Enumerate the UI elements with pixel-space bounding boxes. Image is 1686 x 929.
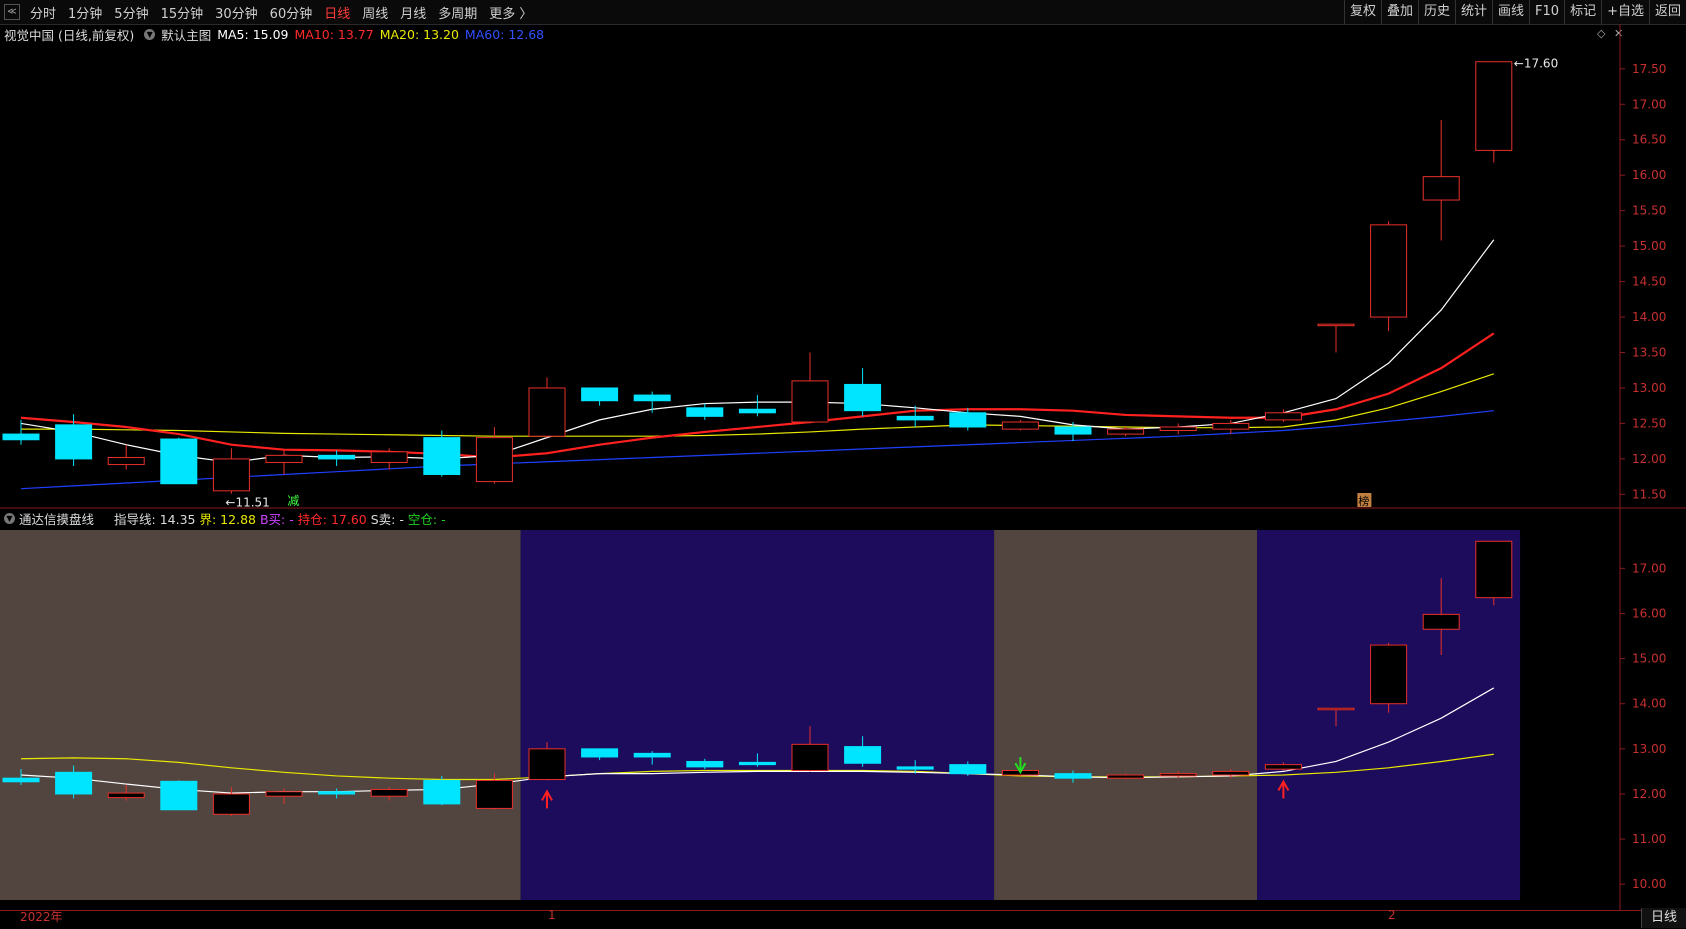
main-candle-3 [160,438,198,485]
sub-candle-0 [2,777,40,783]
kline-chart[interactable]: 17.50 17.00 16.50 16.00 15.50 15.00 14.50 14.00… [0,0,1686,928]
main-candle-27 [1422,176,1460,201]
main-candle-1 [55,424,93,460]
main-candle-19 [1001,421,1039,430]
main-candle-21 [1107,428,1145,435]
sub-candle-4 [212,793,250,815]
main-tick-label-4: 15.50 [1632,204,1666,218]
sub-candle-12 [633,752,671,758]
sub-candle-27 [1422,613,1460,630]
sub-candle-13 [686,760,724,768]
zone-gray-2 [994,530,1258,900]
main-candle-16 [844,383,882,412]
main-candle-28 [1475,61,1513,151]
main-tick-label-0: 17.50 [1632,62,1666,76]
sub-candle-8 [423,779,461,805]
sub-candle-20 [1054,773,1092,779]
main-tick-label-2: 16.50 [1632,133,1666,147]
main-candle-22 [1159,426,1197,432]
main-candle-11 [581,387,619,402]
sub-candle-21 [1107,774,1145,779]
main-candle-6 [318,454,356,460]
sub-candle-14 [738,761,776,766]
sub-candle-7 [370,788,408,797]
zone-purple-1 [520,530,995,900]
sub-tick-label-3: 14.00 [1632,697,1666,711]
main-tick-label-7: 14.00 [1632,310,1666,324]
main-candle-4 [212,458,250,492]
sub-candle-18 [949,764,987,775]
sub-candle-10 [528,748,566,781]
sub-candle-9 [475,779,513,809]
sub-tick-label-6: 11.00 [1632,832,1666,846]
sub-candle-26 [1370,644,1408,705]
sub-candle-1 [55,771,93,795]
main-candle-24 [1264,412,1302,421]
main-candle-13 [686,407,724,417]
mark-right: 榜 [1358,494,1369,508]
main-candle-18 [949,412,987,428]
date-label-year: 2022年 [20,910,63,924]
date-label-feb: 2 [1388,908,1396,922]
low-annotation: ←11.51 [225,496,269,510]
main-candle-2 [107,456,145,466]
period-indicator[interactable]: 日线 [1641,908,1686,928]
main-tick-label-9: 13.00 [1632,381,1666,395]
zone-gray-0 [0,530,521,900]
sub-candle-25 [1317,707,1355,711]
sub-candle-11 [581,748,619,758]
sub-candle-16 [844,746,882,764]
sub-tick-label-0: 17.00 [1632,561,1666,575]
sub-candle-22 [1159,773,1197,777]
date-label-jan: 1 [548,908,556,922]
main-candle-12 [633,394,671,402]
main-tick-label-1: 17.00 [1632,97,1666,111]
main-candle-5 [265,454,303,463]
main-candle-20 [1054,426,1092,435]
main-candle-23 [1212,422,1250,430]
high-annotation: ←17.60 [1514,57,1558,71]
main-candle-15 [791,380,829,423]
main-tick-label-10: 12.50 [1632,416,1666,430]
main-candle-14 [738,408,776,414]
main-candle-25 [1317,323,1355,327]
main-candle-26 [1370,224,1408,318]
main-candle-10 [528,387,566,437]
sub-candle-5 [265,791,303,797]
main-candle-0 [2,433,40,441]
main-candle-17 [896,415,934,421]
sub-candle-17 [896,766,934,770]
main-tick-label-5: 15.00 [1632,239,1666,253]
sub-tick-label-1: 16.00 [1632,606,1666,620]
sub-candle-24 [1264,764,1302,770]
sub-candle-2 [107,792,145,799]
sub-candle-6 [318,791,356,795]
main-tick-label-6: 14.50 [1632,275,1666,289]
date-axis [0,910,1686,929]
main-tick-label-8: 13.50 [1632,346,1666,360]
sub-tick-label-7: 10.00 [1632,877,1666,891]
main-candle-9 [475,437,513,483]
main-tick-label-12: 11.50 [1632,487,1666,501]
sub-tick-label-5: 12.00 [1632,787,1666,801]
sub-candle-28 [1475,540,1513,599]
ma5-line [20,239,1495,464]
sub-candle-3 [160,780,198,811]
sub-candle-15 [791,743,829,772]
main-tick-label-11: 12.00 [1632,452,1666,466]
sub-tick-label-2: 15.00 [1632,652,1666,666]
mark-left: 减 [287,494,299,508]
sub-tick-label-4: 13.00 [1632,742,1666,756]
main-candle-8 [423,437,461,476]
main-candle-7 [370,451,408,463]
sub-candle-23 [1212,770,1250,776]
main-tick-label-3: 16.00 [1632,168,1666,182]
